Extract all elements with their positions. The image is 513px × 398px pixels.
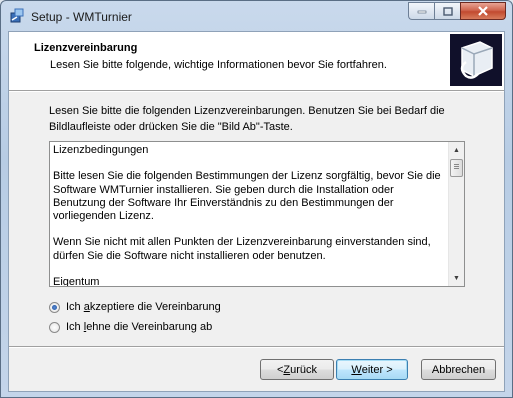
decline-radio-label: Ich lehne die Vereinbarung ab [66, 321, 213, 333]
button-separator [9, 346, 504, 348]
page-subtitle: Lesen Sie bitte folgende, wichtige Infor… [50, 59, 387, 71]
maximize-button[interactable] [434, 2, 460, 20]
scroll-down-icon[interactable]: ▼ [449, 271, 464, 285]
accept-radio[interactable] [49, 301, 60, 313]
license-text: Lizenzbedingungen Bitte lesen Sie die fo… [53, 144, 441, 287]
title-bar[interactable]: Setup - WMTurnier [1, 1, 512, 31]
wizard-client-area: Lizenzvereinbarung Lesen Sie bitte folge… [8, 31, 505, 392]
decline-radio-option[interactable]: Ich lehne die Vereinbarung ab [49, 321, 212, 333]
close-icon [478, 6, 488, 16]
back-button[interactable]: < Zurück [260, 359, 334, 380]
intro-text: Lesen Sie bitte die folgenden Lizenzvere… [49, 105, 445, 133]
accept-radio-label: Ich akzeptiere die Vereinbarung [66, 301, 221, 313]
minimize-button[interactable] [408, 2, 434, 20]
decline-radio[interactable] [49, 321, 60, 333]
wizard-header: Lizenzvereinbarung Lesen Sie bitte folge… [9, 32, 504, 91]
setup-app-icon [9, 8, 25, 24]
scroll-up-icon[interactable]: ▲ [449, 143, 464, 157]
minimize-icon [417, 10, 426, 14]
close-button[interactable] [460, 2, 506, 20]
window-title: Setup - WMTurnier [31, 10, 132, 24]
next-button[interactable]: Weiter > [336, 359, 408, 380]
maximize-icon [442, 6, 453, 16]
accept-radio-option[interactable]: Ich akzeptiere die Vereinbarung [49, 301, 221, 313]
installer-box-icon [450, 34, 502, 86]
license-textbox[interactable]: Lizenzbedingungen Bitte lesen Sie die fo… [49, 141, 465, 287]
page-title: Lizenzvereinbarung [34, 42, 138, 54]
scroll-thumb[interactable] [450, 159, 463, 177]
setup-window: Setup - WMTurnier Lizenzvereinbarung Les… [0, 0, 513, 398]
license-scrollbar[interactable]: ▲ ▼ [448, 142, 464, 286]
cancel-button[interactable]: Abbrechen [421, 359, 496, 380]
